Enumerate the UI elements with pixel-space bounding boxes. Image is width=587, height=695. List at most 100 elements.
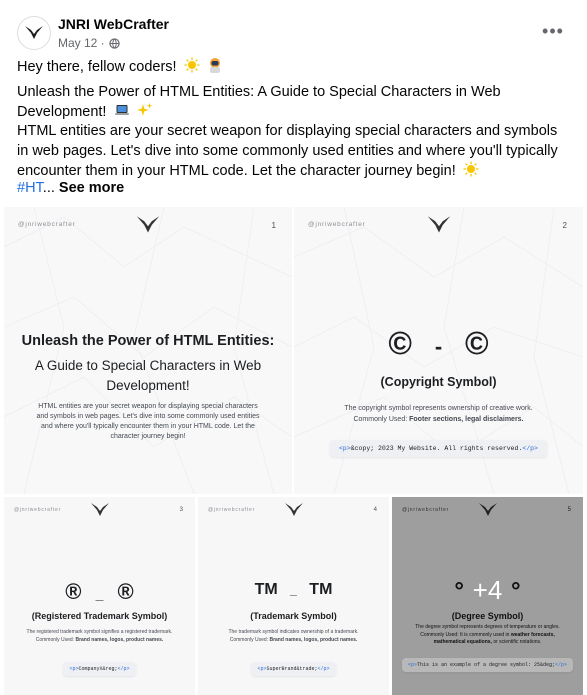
code-body: This is an example of a degree symbol: 2… (416, 662, 556, 668)
post-line-4: #HT... See more (17, 178, 571, 198)
handle-text: @jnriwebcrafter (308, 221, 366, 228)
code-example: <p>This is an example of a degree symbol… (392, 653, 583, 672)
wolf-logo-icon (284, 503, 303, 516)
symbol-usage: Commonly Used: Brand names, logos, produ… (4, 637, 195, 644)
handle-text: @jnriwebcrafter (18, 221, 76, 228)
greeting-text: Hey there, fellow coders! (17, 59, 177, 75)
slide-number: 4 (373, 507, 377, 513)
wolf-logo-icon (478, 503, 497, 516)
usage-label: Commonly Used: (353, 416, 408, 423)
facebook-post: JNRI WebCrafter May 12 · ••• Hey there, … (0, 0, 587, 695)
code-open-tag: <p> (339, 445, 351, 452)
symbol-usage: Commonly Used: It is commonly used in we… (392, 632, 583, 646)
symbol-right: © (465, 325, 489, 361)
code-body: &copy; 2023 My Website. All rights reser… (350, 445, 523, 452)
symbol-row: ® _ ® (4, 579, 195, 605)
astronaut-emoji-icon (209, 58, 220, 73)
symbol-description: The trademark symbol indicates ownership… (228, 629, 359, 635)
symbol-description: The degree symbol represents degrees of … (415, 624, 560, 630)
card-paragraph-2: and symbols in web pages. Let's dive int… (36, 413, 260, 420)
post-line-2: Unleash the Power of HTML Entities: A Gu… (17, 82, 571, 122)
more-options-button[interactable]: ••• (540, 20, 566, 42)
symbol-dash: _ (95, 586, 104, 602)
code-body: CompanyX&reg; (78, 666, 118, 672)
wolf-logo-icon (136, 216, 160, 233)
slide-number: 2 (562, 221, 567, 230)
sparkles-emoji-icon (136, 103, 152, 116)
symbol-left: ° (454, 578, 464, 605)
symbol-left: © (388, 325, 412, 361)
symbol-right: TM (309, 581, 333, 598)
handle-text: @jnriwebcrafter (208, 507, 256, 513)
wolf-logo-icon (25, 26, 43, 39)
symbol-row: ° +4 ° (392, 575, 583, 606)
usage-label: Commonly Used: (229, 637, 269, 643)
see-more-button[interactable]: See more (59, 180, 124, 196)
ellipsis-horizontal-icon: ••• (542, 20, 564, 41)
image-grid: @jnriwebcrafter 1 Unleash the Power of H… (4, 207, 583, 695)
card-paragraph-3: and where you'll typically encounter the… (41, 423, 255, 430)
symbol-dash: _ (290, 583, 297, 597)
post-line-1: Hey there, fellow coders! (17, 57, 571, 77)
slide-number: 5 (567, 507, 571, 513)
symbol-row: © - © (294, 325, 583, 362)
usage-tail: or scientific notations. (493, 639, 542, 645)
handle-text: @jnriwebcrafter (402, 507, 450, 513)
author-name[interactable]: JNRI WebCrafter (58, 16, 169, 32)
more-photos-count[interactable]: +4 (473, 575, 503, 605)
symbol-name: (Trademark Symbol) (250, 611, 337, 621)
ellipsis-text: ... (42, 180, 55, 196)
usage-value: Brand names, logos, product names. (269, 637, 358, 643)
symbol-name: (Registered Trademark Symbol) (31, 611, 168, 621)
code-close-tag: </p> (522, 445, 538, 452)
symbol-right: ® (117, 579, 134, 604)
post-meta: May 12 · (58, 36, 120, 50)
code-open-tag: <p> (407, 662, 417, 668)
slide-number: 3 (179, 507, 183, 513)
usage-label: Commonly Used: (35, 637, 75, 643)
symbol-left: ® (65, 579, 82, 604)
symbol-right: ° (511, 578, 521, 605)
code-close-tag: </p> (317, 666, 330, 672)
image-card-4[interactable]: @jnriwebcrafter 4 TM _ TM (Trademark Sym… (198, 497, 389, 695)
post-line-3: HTML entities are your secret weapon for… (17, 121, 571, 181)
background-pattern (4, 207, 292, 494)
code-example: <p>&copy; 2023 My Website. All rights re… (294, 437, 583, 457)
hashtag-link[interactable]: #HT (17, 180, 43, 196)
code-body: SuperBrand&trade; (266, 666, 318, 672)
image-card-1[interactable]: @jnriwebcrafter 1 Unleash the Power of H… (4, 207, 292, 494)
code-close-tag: </p> (555, 662, 568, 668)
symbol-name: (Copyright Symbol) (380, 375, 497, 389)
image-card-5-more-photos[interactable]: @jnriwebcrafter 5 ° +4 ° (Degree Symbol)… (392, 497, 583, 695)
post-date[interactable]: May 12 · (58, 36, 105, 50)
globe-icon[interactable] (109, 37, 120, 49)
wolf-logo-icon (427, 216, 450, 233)
image-card-3[interactable]: @jnriwebcrafter 3 ® _ ® (Registered Trad… (4, 497, 195, 695)
card-paragraph-4: character journey begin! (110, 433, 186, 440)
symbol-description: The registered trademark symbol signifie… (26, 629, 173, 635)
card-paragraph-1: HTML entities are your secret weapon for… (38, 403, 258, 410)
code-close-tag: </p> (117, 666, 130, 672)
wolf-logo-icon (90, 503, 109, 516)
sun-emoji-icon (463, 161, 479, 177)
sun-emoji-icon (184, 57, 200, 73)
usage-label: Commonly Used: It is commonly used in (420, 632, 510, 638)
card-title: Unleash the Power of HTML Entities: (21, 333, 275, 349)
symbol-name: (Degree Symbol) (451, 611, 524, 621)
headline-text: Unleash the Power of HTML Entities: A Gu… (17, 84, 501, 120)
usage-value: Footer sections, legal disclaimers. (409, 416, 524, 423)
avatar[interactable] (17, 16, 51, 50)
image-card-2[interactable]: @jnriwebcrafter 2 © - © (Copyright Symbo… (294, 207, 583, 494)
symbol-dash: - (434, 334, 443, 359)
symbol-usage: Commonly Used: Footer sections, legal di… (294, 415, 583, 425)
symbol-description: The copyright symbol represents ownershi… (344, 405, 533, 412)
symbol-row: TM _ TM (198, 581, 389, 599)
slide-number: 1 (271, 221, 276, 230)
handle-text: @jnriwebcrafter (14, 507, 62, 513)
code-example: <p>SuperBrand&trade;</p> (198, 657, 389, 676)
card-subtitle-2: Development! (106, 378, 190, 393)
code-example: <p>CompanyX&reg;</p> (4, 657, 195, 676)
card-subtitle-1: A Guide to Special Characters in Web (34, 358, 262, 373)
usage-value: Brand names, logos, product names. (75, 637, 164, 643)
symbol-left: TM (254, 581, 278, 598)
